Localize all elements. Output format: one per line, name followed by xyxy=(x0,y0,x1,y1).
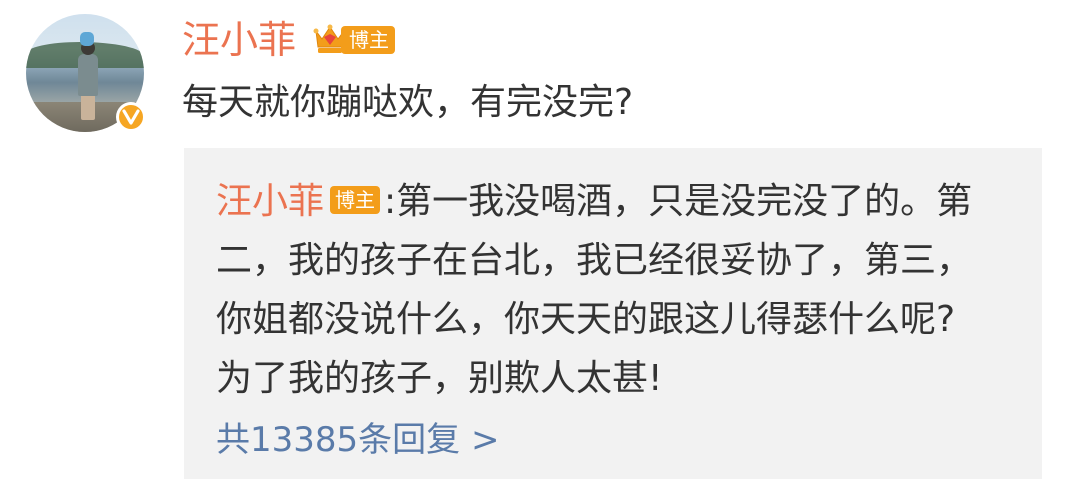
avatar[interactable] xyxy=(26,14,146,132)
comment-username[interactable]: 汪小菲 xyxy=(182,16,296,64)
view-replies-link[interactable]: 共13385条回复 > xyxy=(216,416,499,464)
comment-text: 每天就你蹦哒欢，有完没完? xyxy=(182,82,634,123)
reply-username[interactable]: 汪小菲 xyxy=(216,181,324,222)
blogger-badge: 博主 xyxy=(313,20,395,60)
avatar-child xyxy=(80,32,94,46)
avatar-person-legs xyxy=(81,94,95,120)
reply-box[interactable]: 汪小菲 博主:第一我没喝酒，只是没完没了的。第二，我的孩子在台北，我已经很妥协了，… xyxy=(184,148,1042,479)
verified-v-icon xyxy=(116,102,146,132)
reply-body: 汪小菲 博主:第一我没喝酒，只是没完没了的。第二，我的孩子在台北，我已经很妥协了，… xyxy=(216,172,996,408)
verified-v-glyph xyxy=(122,109,140,125)
blogger-badge-label: 博主 xyxy=(341,26,395,54)
reply-blogger-badge: 博主 xyxy=(330,186,381,214)
reply-text: 第一我没喝酒，只是没完没了的。第二，我的孩子在台北，我已经很妥协了，第三，你姐都… xyxy=(216,181,973,399)
reply-colon: : xyxy=(384,181,397,222)
avatar-person-body xyxy=(78,54,98,96)
